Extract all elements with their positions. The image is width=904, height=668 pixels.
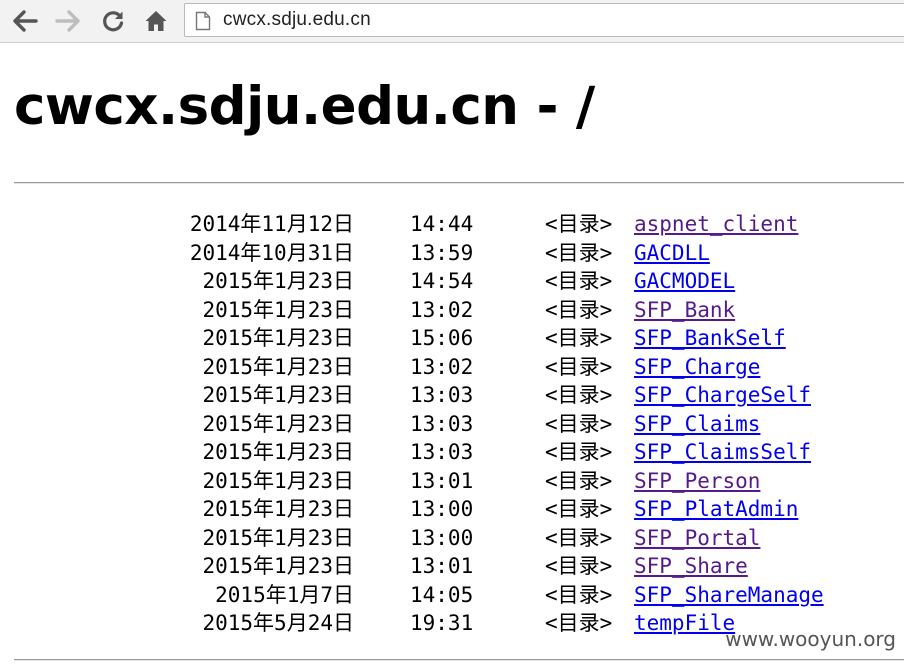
entry-link[interactable]: SFP_Claims [634,410,760,438]
entry-type: <目录> [545,611,613,635]
entry-link[interactable]: tempFile [634,609,735,637]
entry-type: <目录> [545,269,613,293]
entry-time: 13:00 [410,497,474,521]
entry-link[interactable]: aspnet_client [634,210,798,238]
entry-type: <目录> [545,240,613,265]
entry-date: 2015年1月23日 [202,297,354,322]
entry-link[interactable]: GACMODEL [634,267,735,295]
entry-type: <目录> [545,440,613,464]
bottom-divider [14,659,904,661]
entry-type: <目录> [545,468,613,493]
top-divider [14,182,904,184]
entry-link[interactable]: SFP_ShareManage [634,581,824,609]
back-arrow-icon [13,10,38,32]
entry-type: <目录> [545,297,613,322]
entry-type: <目录> [545,326,613,350]
reload-icon [103,11,124,32]
entry-link[interactable]: SFP_Charge [634,353,760,381]
entry-type: <目录> [545,525,613,550]
entry-link[interactable]: SFP_Bank [634,296,735,324]
entry-link[interactable]: SFP_ClaimsSelf [634,438,811,466]
page-title: cwcx.sdju.edu.cn - / [14,76,595,137]
entry-time: 13:03 [410,411,474,436]
entry-time: 14:44 [410,212,474,236]
entry-time: 13:03 [410,383,474,407]
home-button[interactable] [141,6,171,36]
entry-link[interactable]: GACDLL [634,239,710,267]
entry-type: <目录> [545,411,613,436]
entry-link[interactable]: SFP_Person [634,467,760,495]
entry-time: 13:03 [410,440,474,464]
entry-date: 2015年1月23日 [202,468,354,493]
address-bar[interactable]: cwcx.sdju.edu.cn [184,3,904,37]
forward-button[interactable] [53,6,83,36]
reload-button[interactable] [98,6,128,36]
entry-date: 2015年1月23日 [202,525,354,550]
entry-time: 13:01 [410,554,474,578]
entry-time: 15:06 [410,326,474,350]
entry-link[interactable]: SFP_BankSelf [634,324,786,352]
entry-time: 13:01 [410,468,474,493]
back-button[interactable] [10,6,40,36]
watermark: www.wooyun.org [725,627,896,651]
entry-date: 2014年11月12日 [189,212,354,236]
entry-time: 13:02 [410,297,474,322]
entry-time: 19:31 [410,611,474,635]
entry-link[interactable]: SFP_ChargeSelf [634,381,811,409]
entry-date: 2015年1月23日 [202,411,354,436]
entry-date: 2015年1月23日 [202,554,354,578]
entry-date: 2015年5月24日 [202,611,354,635]
browser-toolbar: cwcx.sdju.edu.cn [0,0,904,43]
entry-link[interactable]: SFP_Share [634,552,748,580]
entry-date: 2015年1月23日 [202,326,354,350]
home-icon [145,11,167,31]
entry-link[interactable]: SFP_Portal [634,524,760,552]
entry-date: 2015年1月23日 [202,440,354,464]
url-text: cwcx.sdju.edu.cn [223,9,371,30]
entry-type: <目录> [545,212,613,236]
page-icon [195,11,211,31]
entry-type: <目录> [545,497,613,521]
entry-time: 13:59 [410,240,474,265]
entry-date: 2015年1月23日 [202,269,354,293]
entry-type: <目录> [545,582,613,607]
entry-time: 14:05 [410,582,474,607]
entry-type: <目录> [545,383,613,407]
entry-date: 2015年1月23日 [202,497,354,521]
entry-time: 13:02 [410,354,474,379]
entry-date: 2015年1月7日 [215,582,354,607]
entry-time: 13:00 [410,525,474,550]
entry-date: 2015年1月23日 [202,354,354,379]
forward-arrow-icon [55,10,80,32]
entry-link[interactable]: SFP_PlatAdmin [634,495,798,523]
entry-date: 2015年1月23日 [202,383,354,407]
entry-type: <目录> [545,554,613,578]
entry-time: 14:54 [410,269,474,293]
entry-date: 2014年10月31日 [189,240,354,265]
entry-type: <目录> [545,354,613,379]
